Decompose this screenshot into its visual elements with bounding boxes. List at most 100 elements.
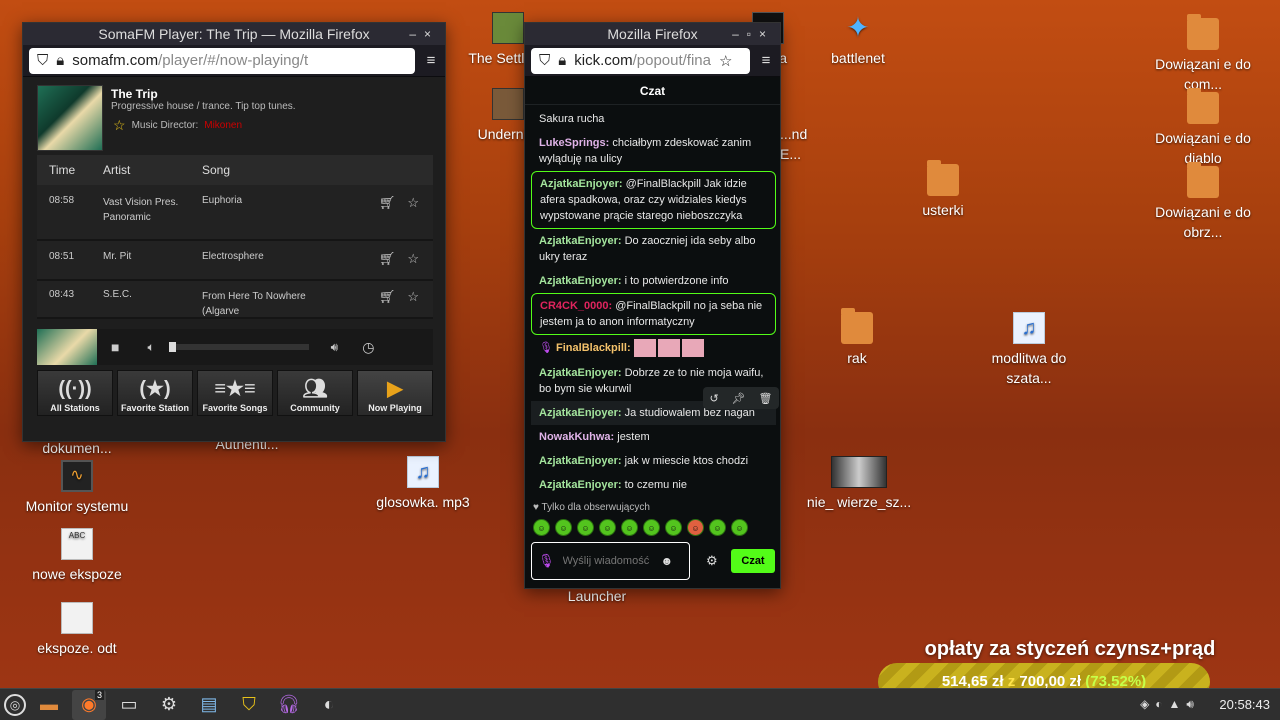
emote-button[interactable]: ☺ [731,519,748,536]
nav-favorite-songs[interactable]: ≡★≡ Favorite Songs [197,370,273,416]
emote-button[interactable]: ☺ [621,519,638,536]
pin-icon[interactable]: 📌︎ [732,392,746,405]
settings-gear-icon[interactable]: ⚙ [706,553,718,569]
lock-icon[interactable]: 🔒︎ [558,52,566,69]
audio-file-icon: ♫ [407,456,439,488]
window-titlebar[interactable]: SomaFM Player: The Trip — Mozilla Firefo… [23,23,445,45]
start-menu-icon[interactable]: ◎ [4,693,26,716]
desktop-icon-link-com[interactable]: Dowiązani e do com... [1148,14,1258,94]
emote-button[interactable]: ☺ [577,519,594,536]
steam-icon[interactable]: ⚙ [152,690,186,720]
nav-favorite-station[interactable]: (★) Favorite Station [117,370,193,416]
firefox-icon[interactable]: ◉ 3 [72,689,106,720]
star-icon[interactable]: ☆ [113,117,126,134]
cart-icon[interactable]: 🛒︎ [379,195,396,239]
mic-badge-icon: 🎙︎ [539,341,553,354]
chat-messages: Sakura rucha LukeSprings: chciałbym zdes… [531,107,776,497]
mic-icon[interactable]: 🎙︎ [538,553,555,569]
director-link[interactable]: Mikonen [204,120,242,131]
timer-icon[interactable]: ◷ [362,339,374,356]
desktop-icon-modlitwa[interactable]: ♫ modlitwa do szata... [974,312,1084,388]
window-count-badge: 3 [94,689,104,700]
window-controls[interactable]: –× [409,23,439,45]
shield-icon[interactable]: ⛉ [539,52,550,69]
volume-low-icon[interactable]: 🔈︎ [147,340,154,355]
message-tools: ↺ 📌︎ 🗑︎ [703,387,779,409]
desktop-icon-monitor[interactable]: ∿ Monitor systemu [22,460,132,516]
nav-all-stations[interactable]: ((·)) All Stations [37,370,113,416]
desktop-icon-glosowka[interactable]: ♫ glosowka. mp3 [368,456,478,512]
heart-icon: ♥ [533,502,539,513]
star-icon[interactable]: ☆ [407,251,419,279]
emote-image [633,339,656,357]
folder-link-icon [1187,162,1219,198]
emote-button[interactable]: ☺ [709,519,726,536]
star-icon[interactable]: ☆ [407,289,419,317]
table-row: 08:43 S.E.C. From Here To Nowhere (Algar… [37,281,433,319]
kick-chat-window[interactable]: Mozilla Firefox –▫× ⛉ 🔒︎ kick.com/popout… [524,22,781,589]
desktop-icon-launcher[interactable]: Launcher [542,586,652,606]
chat-input-box[interactable]: 🎙︎ ☻ [531,542,690,580]
emoji-icon[interactable]: ☻ [661,554,674,568]
followers-only-notice: ♥ Tylko dla obserwujących [533,502,650,513]
bookmark-star-icon[interactable]: ☆ [719,52,732,70]
window-titlebar[interactable]: Mozilla Firefox –▫× [525,23,780,45]
volume-slider[interactable] [168,342,309,352]
window-controls[interactable]: –▫× [732,23,774,45]
desktop-icon-link-diablo[interactable]: Dowiązani e do diablo [1148,88,1258,168]
system-tray[interactable]: ◈◐▲🔊︎ [1140,697,1200,712]
clock[interactable]: 20:58:43 [1219,697,1270,712]
emote-button[interactable]: ☺ [555,519,572,536]
cart-icon[interactable]: 🛒︎ [379,289,396,317]
station-description: Progressive house / trance. Tip top tune… [111,101,296,112]
menu-icon[interactable]: ≡ [758,52,774,69]
folder-link-icon [1187,14,1219,50]
emote-button[interactable]: ☺ [533,519,550,536]
emote-button[interactable]: ☺ [643,519,660,536]
desktop-icon-nie-wierze[interactable]: nie_ wierze_sz... [804,456,914,512]
obs-icon[interactable]: ◐ [312,690,346,720]
somafm-player: The Trip Progressive house / trance. Tip… [23,77,445,441]
desktop-icon-usterki[interactable]: usterki [888,160,998,220]
send-chat-button[interactable]: Czat [731,549,775,573]
notes-icon[interactable]: ▤ [192,690,226,720]
game-icon [492,12,524,44]
headphones-icon[interactable]: 🎧︎ [272,690,306,720]
chat-message: NowakKuhwa: jestem [539,431,650,443]
menu-icon[interactable]: ≡ [423,52,439,69]
address-field[interactable]: ⛉ 🔒︎ kick.com/popout/fina ☆ [531,47,750,74]
desktop-icon-legend[interactable]: ...nd E... [780,124,820,164]
emote-button[interactable]: ☺ [687,519,704,536]
nav-now-playing[interactable]: ▶ Now Playing [357,370,433,416]
shield-app-icon[interactable]: ⛉ [232,690,266,720]
shield-icon[interactable]: ⛉ [37,52,48,69]
volume-high-icon[interactable]: 🔊︎ [331,340,339,355]
desktop-icon-link-obrz[interactable]: Dowiązani e do obrz... [1148,162,1258,242]
somafm-window[interactable]: SomaFM Player: The Trip — Mozilla Firefo… [22,22,446,442]
desktop-icon-battlenet[interactable]: ✦ battlenet [803,12,913,68]
reply-icon[interactable]: ↺ [709,392,718,405]
desktop-icon-nowe-ekspoze[interactable]: ABC nowe ekspoze [22,528,132,584]
table-header: Time Artist Song [37,155,433,185]
emote-button[interactable]: ☺ [665,519,682,536]
url-bar[interactable]: ⛉ 🔒︎ kick.com/popout/fina ☆ ≡ [525,45,780,77]
emote-button[interactable]: ☺ [599,519,616,536]
cart-icon[interactable]: 🛒︎ [379,251,396,279]
desktop-icon-ekspoze-odt[interactable]: ekspoze. odt [22,602,132,658]
chat-input[interactable] [562,555,653,567]
stop-icon[interactable]: ■ [111,339,119,355]
delete-icon[interactable]: 🗑︎ [759,392,773,405]
address-field[interactable]: ⛉ 🔒︎ somafm.com/player/#/now-playing/t [29,47,415,74]
lock-icon[interactable]: 🔒︎ [56,52,64,69]
star-waves-icon: (★) [139,378,171,400]
music-director: ☆ Music Director: Mikonen [113,117,243,134]
nav-community[interactable]: 👥︎ Community [277,370,353,416]
chat-title: Czat [525,77,780,105]
terminal-icon[interactable]: ▭ [112,690,146,720]
star-icon[interactable]: ☆ [407,195,419,239]
url-text: somafm.com/player/#/now-playing/t [72,52,309,69]
files-icon[interactable]: ▬ [32,690,66,720]
chat-message-mention: AzjatkaEnjoyer: @FinalBlackpill Jak idzi… [531,171,776,229]
desktop-icon-rak[interactable]: rak [802,308,912,368]
url-bar[interactable]: ⛉ 🔒︎ somafm.com/player/#/now-playing/t ≡ [23,45,445,77]
